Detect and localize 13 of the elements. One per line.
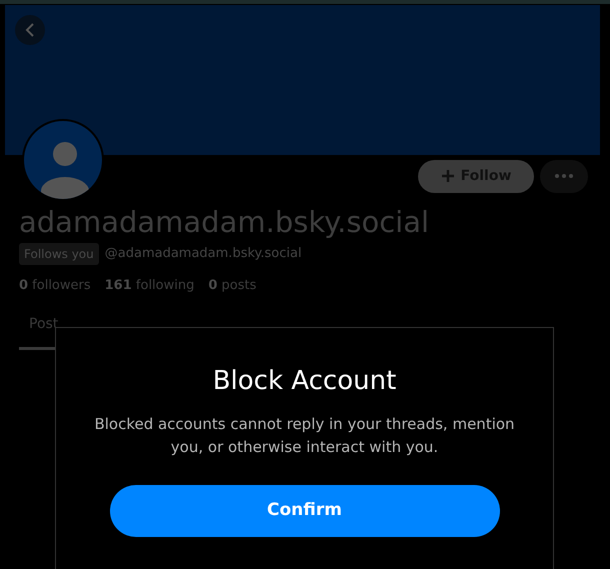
chevron-left-icon [24,22,36,38]
back-button[interactable] [15,15,45,45]
more-button[interactable] [540,160,588,192]
dialog-title: Block Account [212,365,398,398]
stat[interactable]: 0 followers [19,276,91,296]
confirm-button[interactable]: Confirm [110,485,500,537]
display-name: adamadamadam.bsky.social [19,207,430,239]
stat[interactable]: 0 posts [208,276,256,296]
dialog-message: Blocked accounts cannot reply in your threads, mention you, or otherwise interact with you. [93,414,516,458]
plus-icon [440,169,455,183]
handle: @adamadamadam.bsky.social [104,245,302,264]
stat[interactable]: 161 following [104,276,194,296]
more-icon [555,174,573,178]
